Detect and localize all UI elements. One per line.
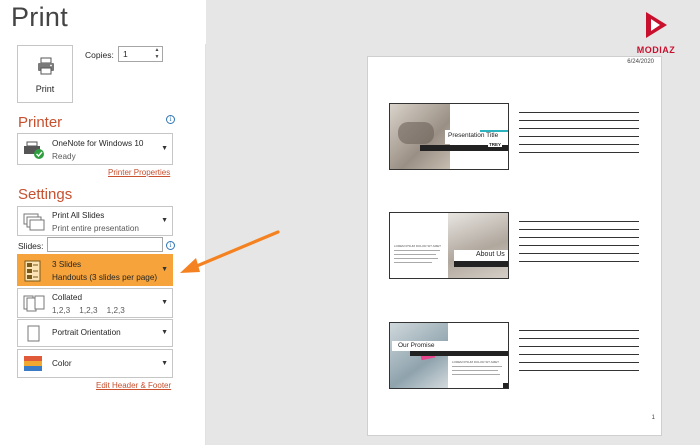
- page-title: Print: [11, 2, 69, 32]
- chevron-down-icon: ▼: [161, 299, 168, 306]
- copies-value: 1: [123, 49, 128, 59]
- color-dropdown[interactable]: Color ▼: [17, 349, 173, 378]
- copies-label: Copies:: [85, 50, 114, 60]
- edit-header-footer-link[interactable]: Edit Header & Footer: [96, 381, 171, 390]
- preview-date: 6/24/2020: [627, 59, 654, 65]
- chevron-down-icon: ▼: [161, 145, 168, 152]
- collation-dropdown[interactable]: Collated 1,2,3 1,2,3 1,2,3 ▼: [17, 288, 173, 318]
- settings-heading: Settings: [18, 186, 73, 203]
- print-range-dropdown[interactable]: Print All Slides Print entire presentati…: [17, 206, 173, 236]
- slides-label: Slides:: [18, 241, 44, 251]
- copies-stepper[interactable]: 1 ▲ ▼: [118, 46, 163, 62]
- slide-thumbnail: Our Promise LOREM IPSUM DOLOR SIT AMET: [389, 322, 509, 389]
- slide-brand: TREY: [487, 142, 502, 147]
- preview-page: 6/24/2020 Presentation Title TREY LOREM …: [367, 56, 662, 436]
- note-lines: [519, 330, 639, 378]
- print-range-subtitle: Print entire presentation: [52, 224, 139, 233]
- collation-subtitle: 1,2,3 1,2,3 1,2,3: [52, 306, 125, 315]
- printer-status: Ready: [52, 152, 76, 161]
- printer-dropdown[interactable]: OneNote for Windows 10 Ready ▼: [17, 133, 173, 165]
- print-range-title: Print All Slides: [52, 211, 105, 220]
- printer-info-icon[interactable]: i: [166, 115, 175, 124]
- slide-title: About Us: [476, 251, 505, 258]
- orientation-dropdown[interactable]: Portrait Orientation ▼: [17, 319, 173, 347]
- orientation-title: Portrait Orientation: [52, 328, 121, 337]
- color-swatch-icon: [24, 356, 42, 371]
- printer-heading: Printer: [18, 114, 63, 131]
- color-title: Color: [52, 359, 72, 368]
- slide-thumbnail: Presentation Title TREY: [389, 103, 509, 170]
- printer-device-icon: [24, 141, 44, 159]
- slide-title: Our Promise: [398, 342, 435, 349]
- slide-subtext: LOREM IPSUM DOLOR SIT AMET: [452, 360, 499, 364]
- printer-name: OneNote for Windows 10: [52, 139, 144, 148]
- layout-subtitle: Handouts (3 slides per page): [52, 273, 158, 282]
- slide-thumbnail: LOREM IPSUM DOLOR SIT AMET About Us: [389, 212, 509, 279]
- handout-icon: [24, 260, 41, 282]
- layout-title: 3 Slides: [52, 260, 82, 269]
- play-logo-icon: [646, 12, 667, 38]
- collate-icon: [23, 295, 45, 312]
- chevron-down-icon: ▼: [161, 360, 168, 367]
- printer-properties-link[interactable]: Printer Properties: [108, 168, 170, 177]
- printer-icon: [38, 57, 54, 75]
- annotation-arrow: [180, 230, 280, 273]
- logo-text: MODIAZ: [636, 45, 676, 55]
- note-lines: [519, 221, 639, 269]
- slides-stack-icon: [23, 213, 45, 231]
- print-button[interactable]: Print: [17, 45, 73, 103]
- slides-info-icon[interactable]: i: [166, 241, 175, 250]
- chevron-down-icon: ▼: [161, 217, 168, 224]
- collation-title: Collated: [52, 293, 83, 302]
- brand-logo: MODIAZ: [632, 10, 680, 55]
- note-lines: [519, 112, 639, 160]
- slide-title: Presentation Title: [448, 132, 499, 139]
- slide-subtext: LOREM IPSUM DOLOR SIT AMET: [394, 244, 441, 248]
- chevron-down-icon: ▼: [161, 329, 168, 336]
- slides-input[interactable]: [47, 237, 163, 252]
- chevron-down-icon: ▼: [161, 266, 168, 273]
- layout-dropdown[interactable]: 3 Slides Handouts (3 slides per page) ▼: [17, 254, 173, 286]
- spin-arrows-icon[interactable]: ▲ ▼: [153, 47, 161, 61]
- page-number: 1: [651, 415, 655, 421]
- print-button-label: Print: [35, 84, 55, 94]
- portrait-page-icon: [27, 325, 40, 342]
